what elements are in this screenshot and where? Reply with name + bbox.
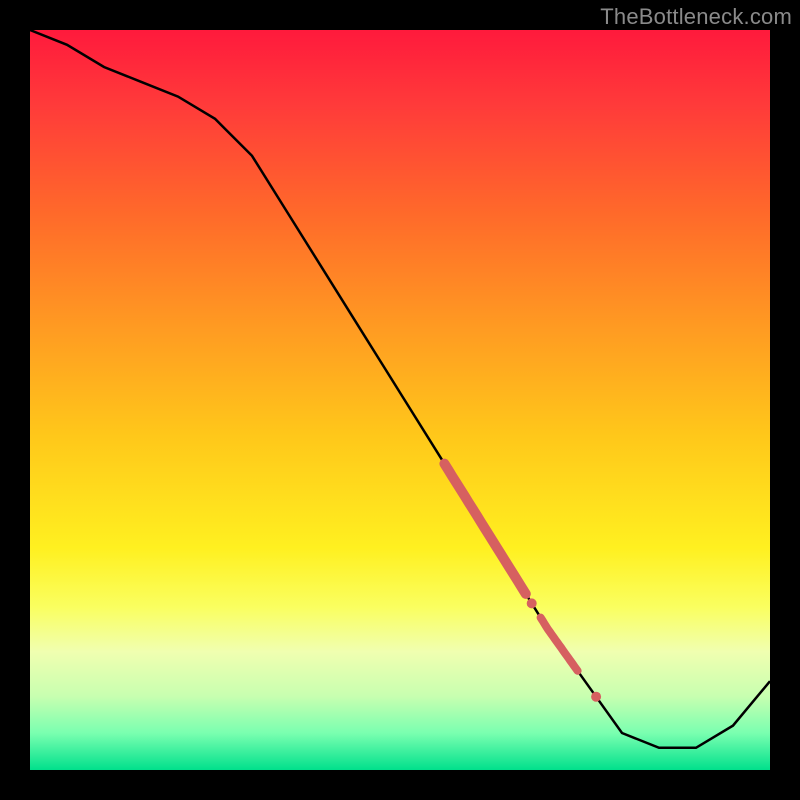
plot-area — [30, 30, 770, 770]
highlight-markers — [444, 464, 601, 702]
chart-frame: TheBottleneck.com — [0, 0, 800, 800]
highlight-dot — [527, 598, 537, 608]
curve-path — [30, 30, 770, 748]
highlight-segment — [444, 464, 525, 594]
chart-svg — [30, 30, 770, 770]
highlight-dot — [591, 692, 601, 702]
highlight-segment — [541, 618, 578, 671]
bottleneck-curve — [30, 30, 770, 748]
watermark-text: TheBottleneck.com — [600, 4, 792, 30]
